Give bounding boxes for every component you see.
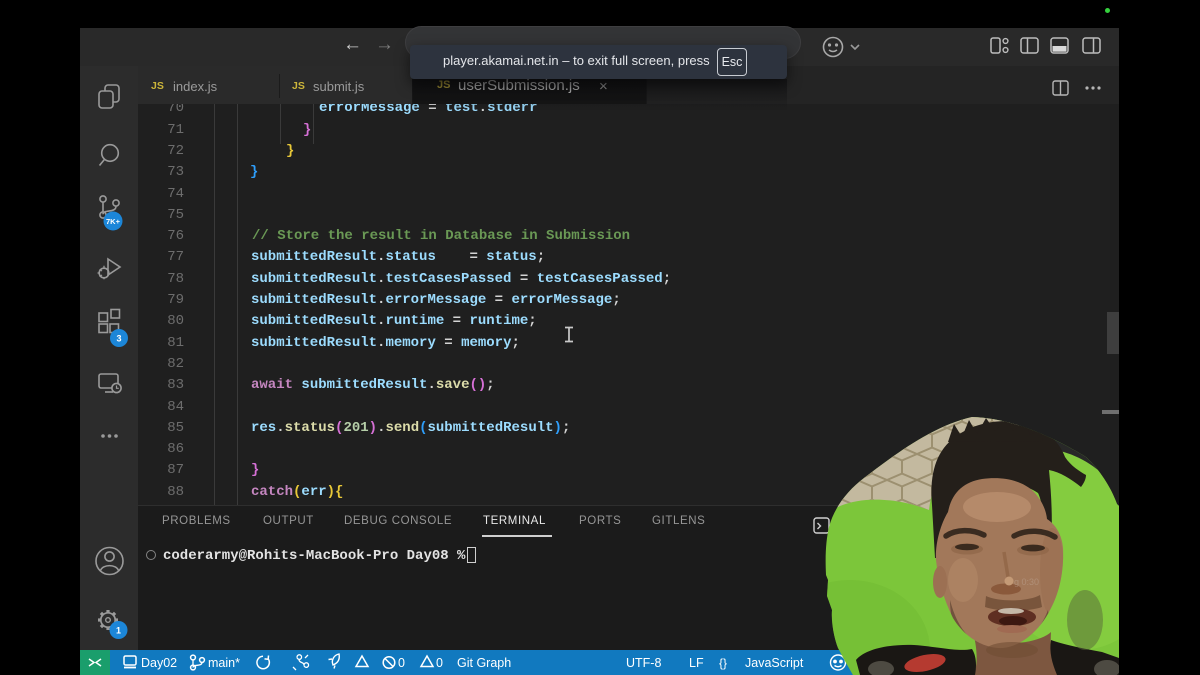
svg-text:main*: main* (208, 656, 240, 670)
svg-text:Day02: Day02 (141, 656, 177, 670)
svg-text:Git Graph: Git Graph (457, 656, 511, 670)
svg-text:3: 3 (116, 334, 121, 344)
svg-text:JavaScript: JavaScript (745, 656, 804, 670)
svg-text:7K+: 7K+ (106, 217, 121, 226)
svg-text:UTF-8: UTF-8 (626, 656, 661, 670)
svg-text:g 0:30: g 0:30 (1014, 577, 1039, 587)
svg-text:0: 0 (398, 656, 405, 670)
svg-text:0: 0 (436, 656, 443, 670)
svg-text:{}: {} (719, 656, 727, 670)
svg-text:1: 1 (116, 626, 121, 636)
svg-text:LF: LF (689, 656, 704, 670)
